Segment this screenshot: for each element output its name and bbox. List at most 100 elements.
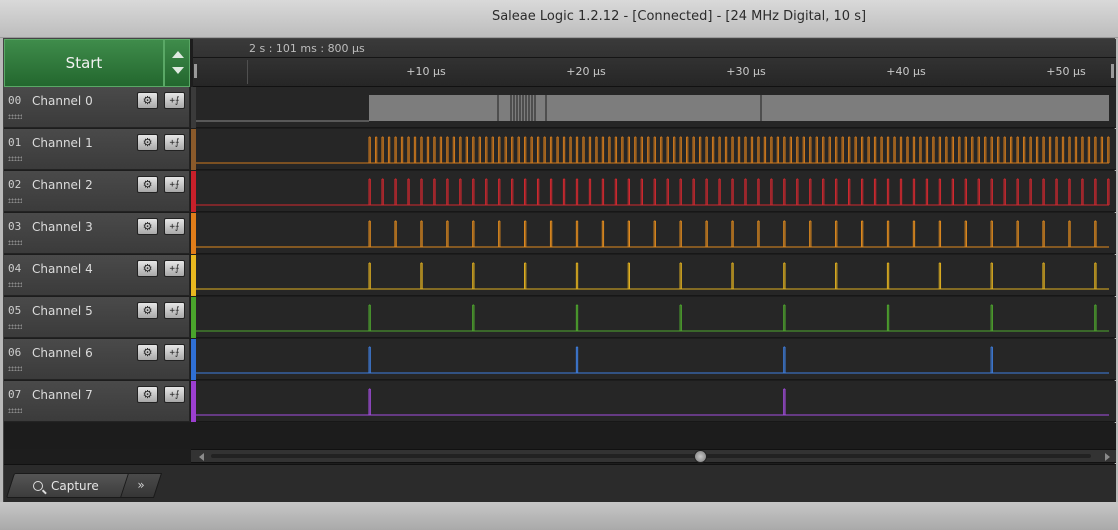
channel-row[interactable]: 00 Channel 0 ⚙ +⨍ bbox=[4, 87, 1116, 129]
channel-name: Channel 4 bbox=[32, 262, 93, 276]
tick-mark bbox=[247, 60, 248, 84]
channel-label[interactable]: 00 Channel 0 ⚙ +⨍ bbox=[4, 87, 190, 128]
channel-label[interactable]: 04 Channel 4 ⚙ +⨍ bbox=[4, 255, 190, 296]
scroll-right-icon[interactable] bbox=[1105, 453, 1110, 461]
status-bar bbox=[0, 502, 1118, 530]
empty-channel-area bbox=[4, 423, 1116, 449]
tick-label: +10 µs bbox=[406, 65, 446, 78]
waveform-plot bbox=[196, 136, 1110, 164]
channel-row[interactable]: 01 Channel 1 ⚙ +⨍ bbox=[4, 129, 1116, 171]
ruler-left-handle[interactable] bbox=[194, 64, 197, 78]
tick-label: +20 µs bbox=[566, 65, 606, 78]
channel-number: 02 bbox=[8, 178, 22, 191]
gear-icon[interactable]: ⚙ bbox=[137, 386, 158, 403]
channel-waveform[interactable] bbox=[196, 297, 1116, 338]
channel-name: Channel 3 bbox=[32, 220, 93, 234]
gear-icon[interactable]: ⚙ bbox=[137, 344, 158, 361]
channel-number: 01 bbox=[8, 136, 22, 149]
drag-grip-icon[interactable] bbox=[8, 198, 22, 203]
channel-waveform[interactable] bbox=[196, 171, 1116, 212]
horizontal-scrollbar[interactable] bbox=[191, 449, 1116, 463]
double-chevron-right-icon: » bbox=[137, 478, 145, 492]
channel-waveform[interactable] bbox=[196, 129, 1116, 170]
channel-number: 04 bbox=[8, 262, 22, 275]
gear-icon[interactable]: ⚙ bbox=[137, 302, 158, 319]
waveform-plot bbox=[196, 178, 1110, 206]
gear-icon[interactable]: ⚙ bbox=[137, 260, 158, 277]
channel-name: Channel 6 bbox=[32, 346, 93, 360]
start-button[interactable]: Start bbox=[4, 39, 164, 87]
channel-waveform[interactable] bbox=[196, 381, 1116, 422]
trigger-icon[interactable]: +⨍ bbox=[164, 176, 185, 193]
chevron-up-icon[interactable] bbox=[172, 51, 184, 58]
channel-name: Channel 1 bbox=[32, 136, 93, 150]
channel-waveform[interactable] bbox=[196, 87, 1116, 128]
gear-icon[interactable]: ⚙ bbox=[137, 92, 158, 109]
drag-grip-icon[interactable] bbox=[8, 408, 22, 413]
channel-label[interactable]: 07 Channel 7 ⚙ +⨍ bbox=[4, 381, 190, 422]
drag-grip-icon[interactable] bbox=[8, 282, 22, 287]
waveform-plot bbox=[196, 304, 1109, 332]
channel-row[interactable]: 02 Channel 2 ⚙ +⨍ bbox=[4, 171, 1116, 213]
channel-row[interactable]: 06 Channel 6 ⚙ +⨍ bbox=[4, 339, 1116, 381]
trigger-icon[interactable]: +⨍ bbox=[164, 218, 185, 235]
trigger-icon[interactable]: +⨍ bbox=[164, 344, 185, 361]
channel-number: 00 bbox=[8, 94, 22, 107]
scroll-thumb[interactable] bbox=[694, 450, 707, 463]
title-bar: Saleae Logic 1.2.12 - [Connected] - [24 … bbox=[0, 0, 1118, 38]
app-window: Start 2 s : 101 ms : 800 µs +10 µs +20 µ… bbox=[3, 38, 1116, 503]
start-options-stepper[interactable] bbox=[164, 39, 190, 87]
gear-icon[interactable]: ⚙ bbox=[137, 134, 158, 151]
drag-grip-icon[interactable] bbox=[8, 114, 22, 119]
tick-label: +30 µs bbox=[726, 65, 766, 78]
channel-label[interactable]: 03 Channel 3 ⚙ +⨍ bbox=[4, 213, 190, 254]
channel-row[interactable]: 03 Channel 3 ⚙ +⨍ bbox=[4, 213, 1116, 255]
tab-bar: Capture » bbox=[4, 464, 1116, 503]
channel-row[interactable]: 04 Channel 4 ⚙ +⨍ bbox=[4, 255, 1116, 297]
channel-waveform[interactable] bbox=[196, 255, 1116, 296]
tick-label: +50 µs bbox=[1046, 65, 1086, 78]
trigger-icon[interactable]: +⨍ bbox=[164, 260, 185, 277]
scroll-left-icon[interactable] bbox=[199, 453, 204, 461]
channel-row[interactable]: 05 Channel 5 ⚙ +⨍ bbox=[4, 297, 1116, 339]
channel-name: Channel 7 bbox=[32, 388, 93, 402]
drag-grip-icon[interactable] bbox=[8, 324, 22, 329]
drag-grip-icon[interactable] bbox=[8, 156, 22, 161]
channel-label[interactable]: 01 Channel 1 ⚙ +⨍ bbox=[4, 129, 190, 170]
waveform-high-block bbox=[369, 95, 1109, 121]
channel-waveform[interactable] bbox=[196, 339, 1116, 380]
channel-name: Channel 2 bbox=[32, 178, 93, 192]
timestamp-readout: 2 s : 101 ms : 800 µs bbox=[249, 42, 365, 55]
gear-icon[interactable]: ⚙ bbox=[137, 176, 158, 193]
trigger-icon[interactable]: +⨍ bbox=[164, 386, 185, 403]
trigger-icon[interactable]: +⨍ bbox=[164, 302, 185, 319]
channel-number: 06 bbox=[8, 346, 22, 359]
tab-capture-label: Capture bbox=[51, 478, 99, 493]
drag-grip-icon[interactable] bbox=[8, 366, 22, 371]
channel-label[interactable]: 02 Channel 2 ⚙ +⨍ bbox=[4, 171, 190, 212]
channel-label[interactable]: 05 Channel 5 ⚙ +⨍ bbox=[4, 297, 190, 338]
waveform-plot bbox=[196, 95, 1109, 122]
window-title: Saleae Logic 1.2.12 - [Connected] - [24 … bbox=[491, 9, 867, 24]
channel-row[interactable]: 07 Channel 7 ⚙ +⨍ bbox=[4, 381, 1116, 423]
channel-waveform[interactable] bbox=[196, 213, 1116, 254]
gear-icon[interactable]: ⚙ bbox=[137, 218, 158, 235]
channel-name: Channel 5 bbox=[32, 304, 93, 318]
waveform-plot bbox=[196, 220, 1109, 248]
tick-label: +40 µs bbox=[886, 65, 926, 78]
scroll-track[interactable] bbox=[211, 454, 1091, 458]
channel-label[interactable]: 06 Channel 6 ⚙ +⨍ bbox=[4, 339, 190, 380]
channel-number: 05 bbox=[8, 304, 22, 317]
ruler-right-handle[interactable] bbox=[1111, 64, 1114, 78]
timeline-ruler[interactable]: 2 s : 101 ms : 800 µs +10 µs +20 µs +30 … bbox=[193, 39, 1116, 87]
channel-name: Channel 0 bbox=[32, 94, 93, 108]
tab-more-button[interactable]: » bbox=[119, 473, 163, 498]
channel-number: 03 bbox=[8, 220, 22, 233]
tab-capture[interactable]: Capture bbox=[5, 473, 133, 498]
drag-grip-icon[interactable] bbox=[8, 240, 22, 245]
trigger-icon[interactable]: +⨍ bbox=[164, 92, 185, 109]
trigger-icon[interactable]: +⨍ bbox=[164, 134, 185, 151]
chevron-down-icon[interactable] bbox=[172, 67, 184, 74]
search-icon bbox=[33, 480, 43, 491]
channel-number: 07 bbox=[8, 388, 22, 401]
